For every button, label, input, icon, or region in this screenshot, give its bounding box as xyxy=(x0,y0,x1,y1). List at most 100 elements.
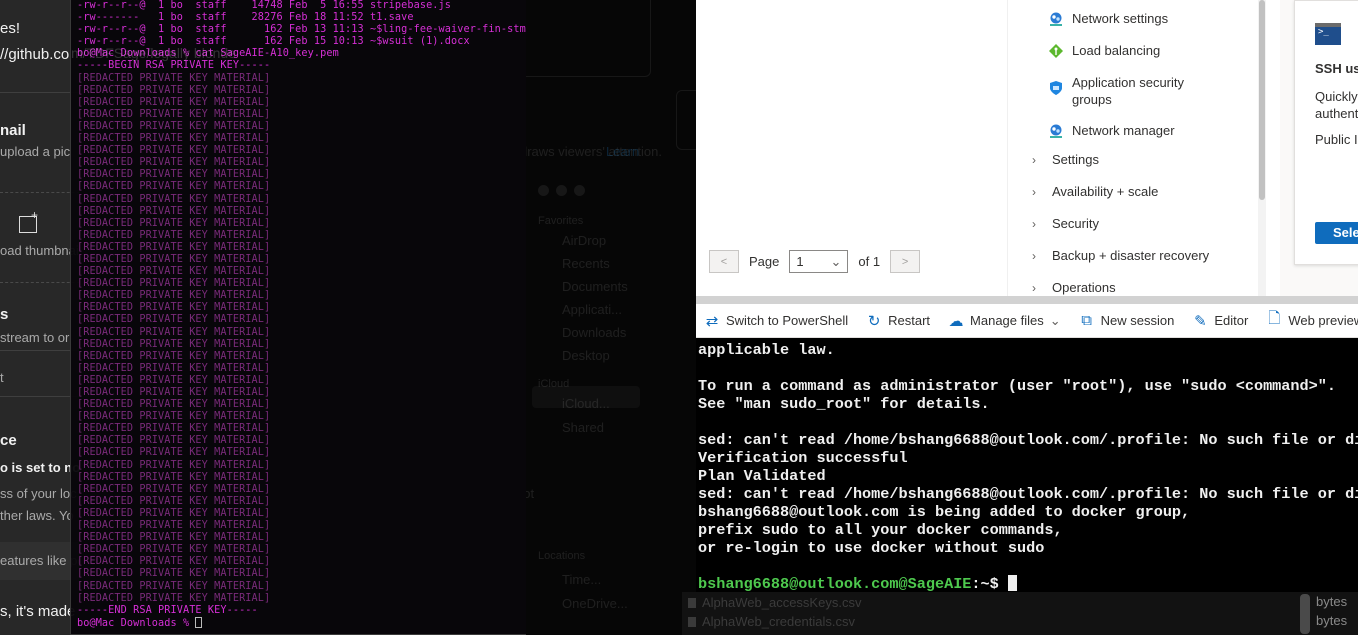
next-page-button[interactable]: > xyxy=(890,250,921,273)
network-manager-icon xyxy=(1050,124,1062,138)
redacted-key-line: [REDACTED PRIVATE KEY MATERIAL] xyxy=(77,120,271,132)
redacted-key-line: [REDACTED PRIVATE KEY MATERIAL] xyxy=(77,84,271,96)
redacted-key-line: [REDACTED PRIVATE KEY MATERIAL] xyxy=(77,72,271,84)
mac-terminal-window[interactable]: m/TDFSage/legally blonde -rw-r--r--@ 1 b… xyxy=(70,0,526,635)
switch-to-powershell-button[interactable]: ⇄ Switch to PowerShell xyxy=(704,312,848,330)
file-icon xyxy=(688,617,696,627)
menu-group-label: Security xyxy=(1052,216,1099,231)
redacted-key-line: [REDACTED PRIVATE KEY MATERIAL] xyxy=(77,556,271,568)
github-link-text[interactable]: //github.co xyxy=(0,46,69,63)
redacted-key-line: [REDACTED PRIVATE KEY MATERIAL] xyxy=(77,423,271,435)
menu-group-label: Availability + scale xyxy=(1052,184,1159,199)
window-minimize-dot[interactable] xyxy=(556,185,567,196)
window-close-dot[interactable] xyxy=(538,185,549,196)
new-session-button[interactable]: ⧉ New session xyxy=(1079,312,1174,329)
redacted-key-line: [REDACTED PRIVATE KEY MATERIAL] xyxy=(77,520,271,532)
redacted-key-line: [REDACTED PRIVATE KEY MATERIAL] xyxy=(77,193,271,205)
redacted-key-line: [REDACTED PRIVATE KEY MATERIAL] xyxy=(77,374,271,386)
section-label: t xyxy=(0,370,4,385)
network-settings-icon xyxy=(1050,12,1062,26)
page-label: Page xyxy=(749,254,780,269)
sidebar-item-applications[interactable]: Applicati... xyxy=(562,302,622,317)
application-security-groups-icon xyxy=(1050,81,1062,95)
restart-button[interactable]: ↻ Restart xyxy=(866,312,930,330)
page-value: 1 xyxy=(796,254,804,269)
redacted-key-line: [REDACTED PRIVATE KEY MATERIAL] xyxy=(77,532,271,544)
manage-files-button[interactable]: ☁ Manage files ⌄ xyxy=(948,312,1061,330)
menu-group-availability-scale[interactable]: › Availability + scale xyxy=(1032,184,1158,199)
redacted-key-line: [REDACTED PRIVATE KEY MATERIAL] xyxy=(77,253,271,265)
listing-line: -rw------- 1 bo staff 28276 Feb 18 11:52… xyxy=(77,12,414,24)
background-frame xyxy=(526,0,651,77)
sidebar-item-documents[interactable]: Documents xyxy=(562,279,628,294)
menu-scrollbar[interactable] xyxy=(1258,0,1266,296)
pencil-icon: ✎ xyxy=(1194,312,1207,330)
redacted-key-line: [REDACTED PRIVATE KEY MATERIAL] xyxy=(77,108,271,120)
previous-page-button[interactable]: < xyxy=(709,250,739,273)
audience-description-2: ther laws. Yo xyxy=(0,508,74,523)
select-button[interactable]: Sele xyxy=(1315,222,1358,244)
menu-group-operations[interactable]: › Operations xyxy=(1032,280,1116,295)
audience-description-1: ss of your loc xyxy=(0,486,77,501)
menu-group-backup-disaster-recovery[interactable]: › Backup + disaster recovery xyxy=(1032,248,1209,263)
menu-item-network-settings[interactable]: Network settings xyxy=(1048,10,1168,27)
cloud-shell-panel: ⇄ Switch to PowerShell ↻ Restart ☁ Manage f… xyxy=(696,296,1358,592)
menu-group-security[interactable]: › Security xyxy=(1032,216,1099,231)
page-select[interactable]: 1 ⌄ xyxy=(789,250,849,273)
chevron-right-icon: › xyxy=(1032,280,1036,295)
redacted-key-line: [REDACTED PRIVATE KEY MATERIAL] xyxy=(77,399,271,411)
menu-item-application-security-groups[interactable]: Application security groups xyxy=(1048,74,1208,108)
divider xyxy=(0,282,80,283)
listing-line: -rw-r--r--@ 1 bo staff 14748 Feb 5 16:55… xyxy=(77,0,452,11)
redacted-key-line: [REDACTED PRIVATE KEY MATERIAL] xyxy=(77,411,271,423)
redacted-key-line: [REDACTED PRIVATE KEY MATERIAL] xyxy=(77,435,271,447)
section-title: s xyxy=(0,306,9,323)
chevron-right-icon: › xyxy=(1032,152,1036,167)
add-image-icon[interactable] xyxy=(19,208,38,233)
terminal-output-line: See "man sudo_root" for details. xyxy=(698,395,990,413)
file-row[interactable]: AlphaWeb_accessKeys.csv xyxy=(688,595,861,610)
card-description-line: Quickly xyxy=(1315,89,1358,104)
sidebar-item-time-machine[interactable]: Time... xyxy=(562,572,601,587)
menu-item-network-manager[interactable]: Network manager xyxy=(1048,122,1175,139)
panel-resize-bar[interactable] xyxy=(696,296,1358,304)
sidebar-item-icloud[interactable]: iCloud... xyxy=(562,396,610,411)
upload-thumbnail-button[interactable]: oad thumbnai xyxy=(0,243,79,258)
scrollbar-thumb[interactable] xyxy=(1259,0,1265,200)
file-row[interactable]: AlphaWeb_credentials.csv xyxy=(688,614,855,629)
divider xyxy=(0,92,80,93)
redacted-key-line: [REDACTED PRIVATE KEY MATERIAL] xyxy=(77,338,271,350)
redacted-key-line: [REDACTED PRIVATE KEY MATERIAL] xyxy=(77,326,271,338)
terminal-output-line: bshang6688@outlook.com is being added to… xyxy=(698,503,1191,521)
editor-button[interactable]: ✎ Editor xyxy=(1192,312,1248,330)
window-zoom-dot[interactable] xyxy=(574,185,585,196)
redacted-key-line: [REDACTED PRIVATE KEY MATERIAL] xyxy=(77,157,271,169)
bash-terminal[interactable]: applicable law. To run a command as admin… xyxy=(696,338,1358,592)
redacted-key-line: [REDACTED PRIVATE KEY MATERIAL] xyxy=(77,483,271,495)
web-preview-button[interactable]: 🗋 Web preview xyxy=(1266,308,1358,333)
redacted-key-line: [REDACTED PRIVATE KEY MATERIAL] xyxy=(77,507,271,519)
sidebar-item-desktop[interactable]: Desktop xyxy=(562,348,610,363)
web-preview-icon: 🗋 xyxy=(1268,310,1281,327)
terminal-prompt[interactable]: bo@Mac Downloads % xyxy=(71,616,526,630)
sidebar-item-recents[interactable]: Recents xyxy=(562,256,610,271)
terminal-output-line: To run a command as administrator (user … xyxy=(698,377,1336,395)
file-name: AlphaWeb_accessKeys.csv xyxy=(702,595,862,610)
divider xyxy=(0,192,80,193)
menu-group-settings[interactable]: › Settings xyxy=(1032,152,1099,167)
list-scrollbar[interactable] xyxy=(1300,594,1310,634)
toolbar-label: Editor xyxy=(1214,313,1249,328)
learn-link[interactable]: Learn xyxy=(606,144,639,159)
menu-item-load-balancing[interactable]: Load balancing xyxy=(1048,42,1160,59)
key-begin-line: -----BEGIN RSA PRIVATE KEY----- xyxy=(77,60,271,72)
card-description-line: authent xyxy=(1315,106,1358,121)
redacted-key-line: [REDACTED PRIVATE KEY MATERIAL] xyxy=(77,145,271,157)
sidebar-item-airdrop[interactable]: AirDrop xyxy=(562,233,606,248)
sidebar-item-shared[interactable]: Shared xyxy=(562,420,604,435)
sidebar-item-onedrive[interactable]: OneDrive... xyxy=(562,596,628,611)
terminal-prompt[interactable]: bshang6688@outlook.com@SageAIE:~$ xyxy=(698,575,1358,592)
sidebar-item-downloads[interactable]: Downloads xyxy=(562,325,626,340)
locations-label: Locations xyxy=(538,550,586,562)
made-for-kids-text: s, it's made xyxy=(0,603,76,620)
